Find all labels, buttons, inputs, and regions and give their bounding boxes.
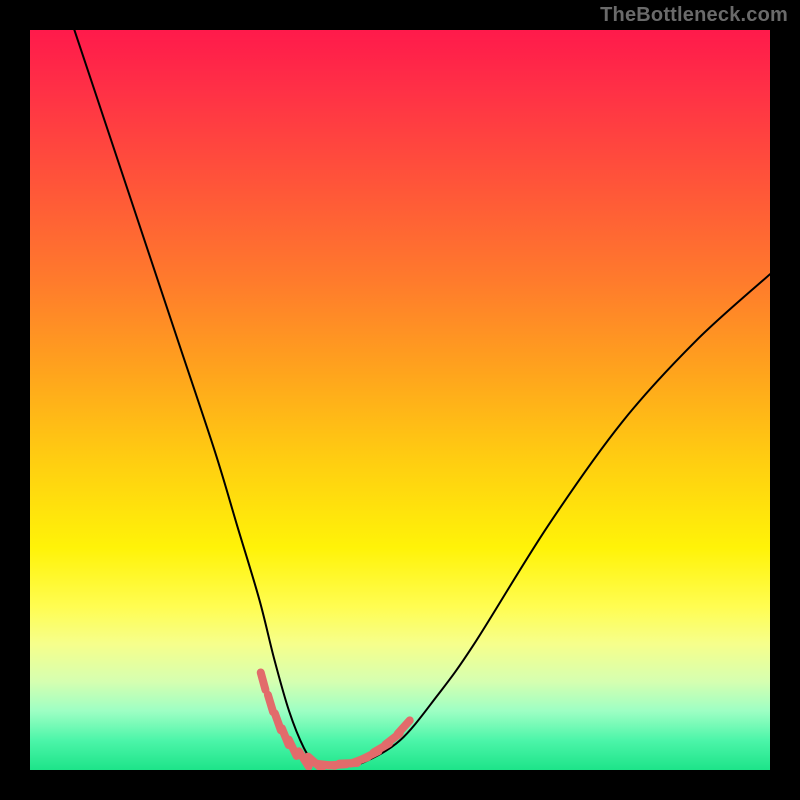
watermark-text: TheBottleneck.com [600,4,788,27]
min-marker-group [261,673,410,769]
bottleneck-curve [74,30,770,767]
curve-layer [30,30,770,770]
min-marker [289,740,297,756]
chart-stage: TheBottleneck.com [0,0,800,800]
min-marker [261,673,266,690]
min-marker [268,695,273,712]
plot-area [30,30,770,770]
